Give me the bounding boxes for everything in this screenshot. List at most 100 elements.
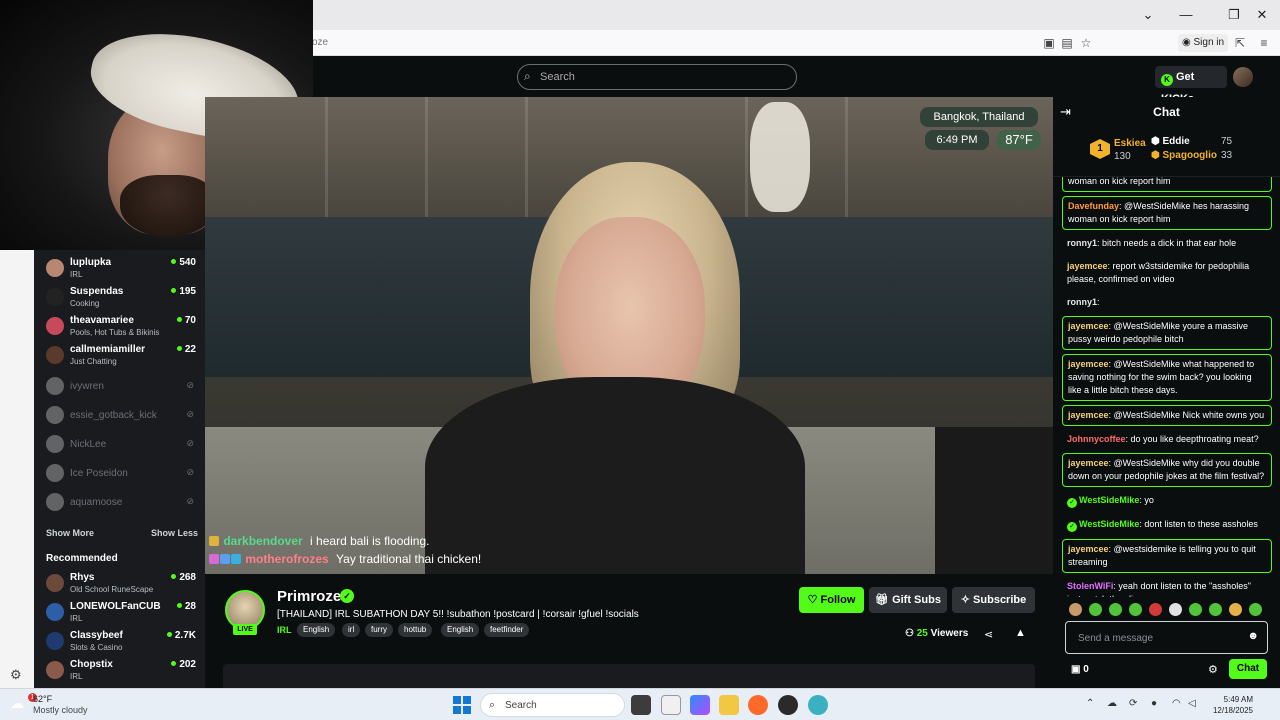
tag[interactable]: hottub: [398, 623, 433, 637]
emote-icon[interactable]: [1229, 603, 1242, 616]
obs-app-icon[interactable]: [778, 695, 798, 715]
tag[interactable]: furry: [365, 623, 393, 637]
sidebar-channel-lonewolfancub[interactable]: LONEWOLFanCUB IRL 28: [46, 600, 196, 626]
emote-icon[interactable]: [1149, 603, 1162, 616]
sign-in-button[interactable]: ◉ Sign in: [1178, 34, 1229, 52]
notepad-app-icon[interactable]: [661, 695, 681, 715]
channel-name: LONEWOLFanCUB: [70, 601, 161, 612]
tray-cloud-icon[interactable]: ☁: [1107, 698, 1117, 709]
sidebar-channel-suspendas[interactable]: Suspendas Cooking 195: [46, 285, 196, 311]
tray-sync-icon[interactable]: ⟳: [1129, 698, 1137, 709]
video-player[interactable]: Bangkok, Thailand 6:49 PM 87°F darkbendo…: [205, 97, 1053, 574]
sidebar-channel-ice-poseidon[interactable]: Ice Poseidon ⊘: [46, 461, 196, 487]
sidebar-channel-luplupka[interactable]: luplupka IRL 540: [46, 256, 196, 282]
start-button[interactable]: [453, 696, 471, 714]
subscribe-button[interactable]: ✧ Subscribe: [952, 587, 1035, 613]
follow-button[interactable]: ♡ Follow: [799, 587, 864, 613]
video-wall-figure: [750, 102, 810, 212]
emote-icon[interactable]: [1109, 603, 1122, 616]
sidebar-channel-classybeef[interactable]: Classybeef Slots & Casino 2.7K: [46, 629, 196, 655]
chat-username[interactable]: WestSideMike: [1079, 495, 1139, 505]
edge-app-icon[interactable]: [808, 695, 828, 715]
emote-icon[interactable]: [1209, 603, 1222, 616]
emote-icon[interactable]: [1249, 603, 1262, 616]
volume-icon[interactable]: ◁: [1188, 698, 1196, 709]
extensions-icon[interactable]: ⇱: [1232, 35, 1248, 51]
gift-subs-button[interactable]: 🎁︎ Gift Subs: [869, 587, 947, 613]
tray-overflow-icon[interactable]: ⌃: [1086, 698, 1094, 709]
bookmark-star-icon[interactable]: ☆: [1078, 35, 1094, 51]
share-icon[interactable]: ⋖: [984, 628, 993, 641]
emote-icon[interactable]: [1189, 603, 1202, 616]
chat-username[interactable]: jayemcee: [1068, 458, 1109, 468]
firefox-app-icon[interactable]: [748, 695, 768, 715]
chat-username[interactable]: jayemcee: [1068, 410, 1109, 420]
chat-input[interactable]: [1078, 631, 1238, 645]
tag[interactable]: feetfinder: [484, 623, 530, 637]
tag[interactable]: English: [297, 623, 336, 637]
chat-input-box[interactable]: ☻: [1065, 621, 1268, 654]
tag[interactable]: English: [441, 623, 480, 637]
search-input[interactable]: [540, 69, 780, 85]
picture-in-picture-icon[interactable]: ▣: [1041, 35, 1057, 51]
emote-icon[interactable]: [1129, 603, 1142, 616]
sidebar-channel-callmemiamiller[interactable]: callmemiamiller Just Chatting 22: [46, 343, 196, 369]
chat-username[interactable]: WestSideMike: [1079, 519, 1139, 529]
chat-username[interactable]: jayemcee: [1067, 261, 1108, 271]
wifi-icon[interactable]: ◠: [1172, 698, 1181, 709]
chat-username[interactable]: jayemcee: [1068, 359, 1109, 369]
chat-username[interactable]: ronny1: [1067, 297, 1097, 307]
leader-second-name[interactable]: ⬢ Eddie: [1151, 136, 1190, 147]
sidebar-channel-ivywren[interactable]: ivywren ⊘: [46, 374, 196, 400]
leader-third-name[interactable]: ⬢ Spagooglio: [1151, 150, 1217, 161]
chat-username[interactable]: jayemcee: [1068, 321, 1109, 331]
file-explorer-icon[interactable]: [719, 695, 739, 715]
sidebar-channel-essie[interactable]: essie_gotback_kick ⊘: [46, 403, 196, 429]
minimize-button[interactable]: —: [1174, 6, 1198, 24]
settings-gear-icon[interactable]: ⚙: [10, 667, 22, 683]
reader-view-icon[interactable]: ▤: [1059, 35, 1075, 51]
system-clock[interactable]: 5:49 AM 12/18/2025: [1203, 694, 1253, 716]
tab-list-icon[interactable]: ⌄: [1136, 6, 1160, 24]
tray-mic-icon[interactable]: ●: [1151, 698, 1157, 709]
tag[interactable]: irl: [342, 623, 361, 637]
search-box[interactable]: ⌕: [517, 64, 797, 90]
temp-pill: 87°F: [997, 130, 1041, 150]
weather-widget[interactable]: ☁ 1 62°F Mostly cloudy: [8, 693, 108, 717]
show-more-button[interactable]: Show More: [46, 528, 94, 538]
ceiling-slat: [745, 97, 748, 217]
report-warning-icon[interactable]: ▲: [1015, 627, 1026, 639]
close-button[interactable]: ✕: [1250, 6, 1274, 24]
video-chair: [935, 427, 1053, 574]
streamer-name[interactable]: Primroze: [277, 588, 341, 605]
url-text[interactable]: oze: [312, 37, 328, 48]
sidebar-channel-aquamoose[interactable]: aquamoose ⊘: [46, 490, 196, 516]
get-kicks-button[interactable]: KGet KICKs: [1155, 66, 1227, 105]
user-avatar[interactable]: [1233, 67, 1253, 87]
task-view-icon[interactable]: [631, 695, 651, 715]
sidebar-channel-nicklee[interactable]: NickLee ⊘: [46, 432, 196, 458]
emote-icon[interactable]: [1069, 603, 1082, 616]
menu-icon[interactable]: ≡: [1256, 35, 1272, 51]
sidebar-channel-chopstix[interactable]: Chopstix IRL 202: [46, 658, 196, 684]
chat-username[interactable]: Johnnycoffee: [1067, 434, 1126, 444]
channel-points[interactable]: ▣ 0: [1071, 664, 1089, 675]
chat-username[interactable]: ronny1: [1067, 238, 1097, 248]
emoji-picker-icon[interactable]: ☻: [1247, 630, 1259, 642]
show-less-button[interactable]: Show Less: [151, 528, 198, 538]
chat-username[interactable]: StolenWiFi: [1067, 581, 1113, 591]
emote-icon[interactable]: [1169, 603, 1182, 616]
taskbar-search[interactable]: ⌕ Search: [480, 693, 625, 717]
channel-category: IRL: [70, 614, 83, 623]
copilot-app-icon[interactable]: [690, 695, 710, 715]
stream-category[interactable]: IRL: [277, 625, 292, 635]
maximize-button[interactable]: ❐: [1222, 6, 1246, 24]
emote-icon[interactable]: [1089, 603, 1102, 616]
chat-username[interactable]: jayemcee: [1068, 544, 1109, 554]
chat-settings-icon[interactable]: ⚙: [1208, 663, 1218, 676]
chat-username[interactable]: Davefunday: [1068, 201, 1119, 211]
sidebar-channel-rhys[interactable]: Rhys Old School RuneScape 268: [46, 571, 196, 597]
sidebar-channel-theavamariee[interactable]: theavamariee Pools, Hot Tubs & Bikinis 7…: [46, 314, 196, 340]
leader-first-name[interactable]: Eskiea: [1114, 138, 1146, 149]
chat-send-button[interactable]: Chat: [1229, 659, 1267, 679]
